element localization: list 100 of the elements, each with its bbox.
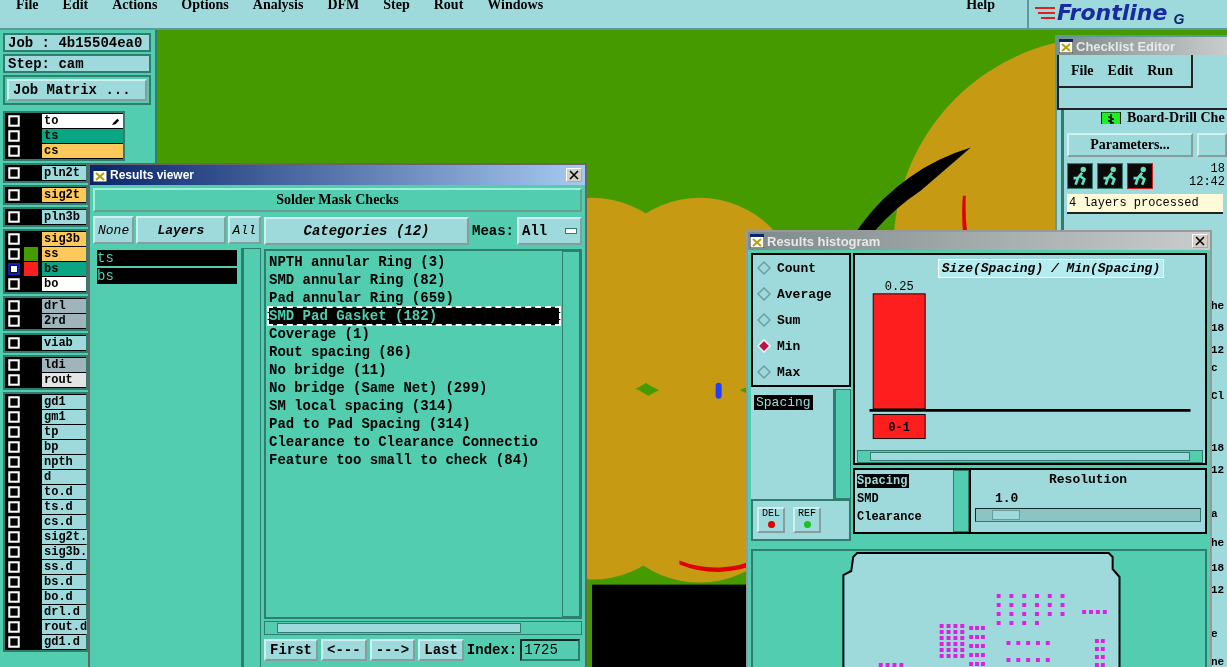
menu-item[interactable]: Run: [1147, 62, 1173, 79]
menu-item[interactable]: Actions: [110, 0, 168, 12]
category-list-item[interactable]: SM local spacing (314): [268, 397, 560, 415]
layer-name[interactable]: bp: [42, 440, 86, 454]
checks-header: Solder Mask Checks: [93, 188, 582, 212]
layer-name[interactable]: to: [42, 114, 123, 128]
layer-list-item[interactable]: bs: [97, 268, 237, 284]
category-list-item[interactable]: Feature too small to check (84): [268, 451, 560, 469]
menu-item[interactable]: Options: [179, 0, 239, 12]
menu-item[interactable]: Edit: [60, 0, 99, 12]
navigation-button[interactable]: <---: [321, 639, 367, 661]
cut-off-text: 18: [1211, 442, 1225, 454]
category-list-item[interactable]: Pad to Pad Spacing (314): [268, 415, 560, 433]
layer-name[interactable]: rout: [42, 373, 86, 387]
layer-name[interactable]: ts: [42, 129, 123, 143]
layer-name[interactable]: ldi: [42, 358, 86, 372]
menu-item[interactable]: Analysis: [250, 0, 314, 12]
layer-name[interactable]: 2rd: [42, 314, 86, 328]
attribute-list-item[interactable]: Spacing: [754, 395, 813, 410]
logo-text: Frontline: [1057, 2, 1168, 24]
parameters-button[interactable]: Parameters...: [1067, 133, 1193, 157]
layer-name[interactable]: sig2t.: [42, 530, 88, 544]
layers-button[interactable]: Layers: [136, 216, 226, 244]
cut-off-text: Cl: [1211, 390, 1225, 402]
delete-button[interactable]: DEL: [757, 507, 785, 533]
category-list-item[interactable]: Coverage (1): [268, 325, 560, 343]
layer-name[interactable]: sig2t: [42, 188, 86, 202]
menu-item[interactable]: Windows: [485, 0, 554, 12]
menu-item[interactable]: File: [14, 0, 49, 12]
navigation-button[interactable]: Last: [418, 639, 464, 661]
category-list-item[interactable]: No bridge (Same Net) (299): [268, 379, 560, 397]
cut-off-text: he: [1211, 537, 1225, 549]
layer-name[interactable]: ts.d: [42, 500, 86, 514]
window-title: Results viewer: [110, 168, 195, 182]
resolution-label: Resolution: [1049, 472, 1127, 487]
layer-name[interactable]: bo.d: [42, 590, 86, 604]
radio-label: Max: [777, 364, 801, 380]
layer-name[interactable]: to.d: [42, 485, 86, 499]
category-list-item[interactable]: Pad annular Ring (659): [268, 289, 560, 307]
step-label: Step: cam: [3, 54, 151, 73]
layer-name[interactable]: npth: [42, 455, 86, 469]
meas-dropdown[interactable]: All: [517, 217, 582, 245]
layer-name[interactable]: pln3b: [42, 210, 86, 224]
measure-list-item[interactable]: Clearance: [857, 510, 922, 524]
layer-name[interactable]: bs: [42, 262, 86, 276]
chart-title: Size(Spacing) / Min(Spacing): [937, 259, 1165, 278]
layer-name[interactable]: pln2t: [42, 166, 86, 180]
measure-list-item[interactable]: SMD: [857, 492, 879, 506]
status-message: 4 layers processed: [1067, 194, 1223, 214]
layer-name[interactable]: gd1: [42, 395, 86, 409]
logo-subtext: G: [1173, 12, 1185, 26]
layer-name[interactable]: cs.d: [42, 515, 86, 529]
check-time: 12:42: [1189, 176, 1225, 189]
value-label: 0.25: [884, 280, 914, 295]
layer-name[interactable]: tp: [42, 425, 86, 439]
layer-name[interactable]: ss.d: [42, 560, 86, 574]
cut-off-text: e: [1211, 628, 1218, 640]
none-button[interactable]: None: [93, 216, 135, 244]
layer-name[interactable]: rout.d: [42, 620, 88, 634]
menu-item[interactable]: Step: [381, 0, 420, 12]
layer-name[interactable]: sig3b.: [42, 545, 88, 559]
category-list-item[interactable]: SMD Pad Gasket (182): [268, 307, 560, 325]
all-button[interactable]: All: [227, 216, 261, 244]
layer-name[interactable]: drl: [42, 299, 86, 313]
refresh-button[interactable]: REF: [793, 507, 821, 533]
category-list-item[interactable]: Rout spacing (86): [268, 343, 560, 361]
menu-item[interactable]: DFM: [325, 0, 370, 12]
layer-name[interactable]: ss: [42, 247, 86, 261]
category-list-item[interactable]: NPTH annular Ring (3): [268, 253, 560, 271]
layer-name[interactable]: gm1: [42, 410, 86, 424]
layer-name[interactable]: cs: [42, 144, 123, 158]
index-field[interactable]: 1725: [520, 639, 581, 661]
navigation-button[interactable]: --->: [369, 639, 416, 661]
layer-name[interactable]: sig3b: [42, 232, 86, 246]
job-matrix-button[interactable]: Job Matrix ...: [7, 79, 147, 101]
window-title: Checklist Editor: [1076, 38, 1175, 54]
categories-button[interactable]: Categories (12): [264, 217, 469, 245]
layer-name[interactable]: d: [42, 470, 86, 484]
category-list-item[interactable]: No bridge (11): [268, 361, 560, 379]
layer-name[interactable]: bs.d: [42, 575, 86, 589]
layer-name[interactable]: gd1.d: [42, 635, 86, 649]
cut-off-text: 12: [1211, 464, 1225, 476]
window-title: Results histogram: [767, 233, 881, 249]
index-label: Index:: [466, 642, 518, 658]
layer-name[interactable]: viab: [42, 336, 86, 350]
menu-item[interactable]: File: [1071, 62, 1094, 79]
measure-list-item[interactable]: Spacing: [857, 474, 910, 488]
resolution-value: 1.0: [995, 491, 1020, 506]
category-list-item[interactable]: Clearance to Clearance Connectio: [268, 433, 560, 451]
radio-label: Sum: [777, 312, 801, 328]
menu-item[interactable]: Rout: [431, 0, 474, 12]
meas-label: Meas:: [472, 223, 514, 239]
layer-name[interactable]: drl.d: [42, 605, 86, 619]
layer-name[interactable]: bo: [42, 277, 86, 291]
help-menu[interactable]: Help: [964, 0, 1005, 12]
navigation-button[interactable]: First: [264, 639, 318, 661]
category-list-item[interactable]: SMD annular Ring (82): [268, 271, 560, 289]
check-name: Board-Drill Che: [1127, 112, 1225, 124]
menu-item[interactable]: Edit: [1107, 62, 1134, 79]
layer-list-item[interactable]: ts: [97, 250, 237, 266]
